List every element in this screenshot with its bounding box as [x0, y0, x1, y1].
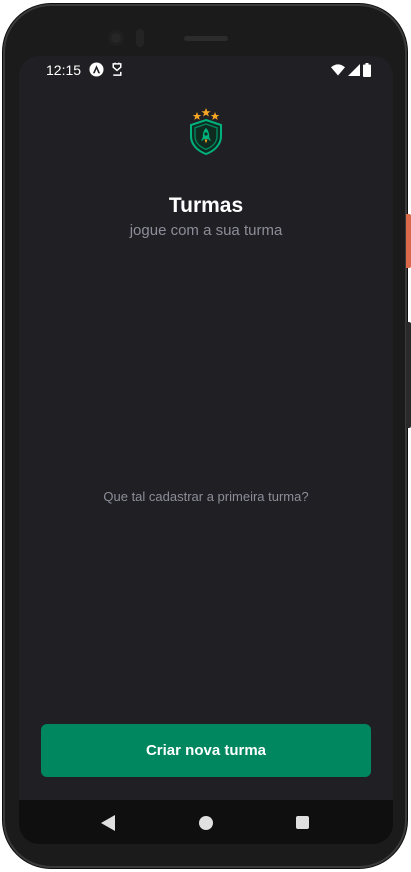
earpiece-speaker — [184, 36, 228, 41]
page-subtitle: jogue com a sua turma — [129, 222, 283, 239]
app-screen: 12:15 Turmas jogue com a sua turma Que t… — [19, 56, 393, 844]
app-a-icon — [89, 62, 104, 77]
signal-icon — [348, 64, 360, 76]
notification-icon — [112, 62, 122, 76]
navigation-bar — [19, 800, 393, 844]
create-team-button[interactable]: Criar nova turma — [41, 724, 371, 777]
proximity-sensor — [136, 29, 144, 47]
empty-list-message: Que tal cadastrar a primeira turma? — [103, 489, 309, 504]
status-bar: 12:15 — [19, 56, 393, 84]
front-camera — [108, 30, 124, 46]
page-title: Turmas — [168, 194, 244, 217]
back-icon[interactable] — [101, 815, 115, 831]
wifi-icon — [331, 64, 345, 76]
recent-apps-icon[interactable] — [296, 816, 309, 829]
volume-button — [406, 322, 411, 428]
team-shield-logo — [190, 108, 222, 156]
battery-icon — [363, 63, 371, 77]
power-button — [406, 214, 411, 268]
status-right-group — [331, 63, 371, 77]
home-icon[interactable] — [199, 816, 213, 830]
status-time: 12:15 — [46, 62, 82, 78]
